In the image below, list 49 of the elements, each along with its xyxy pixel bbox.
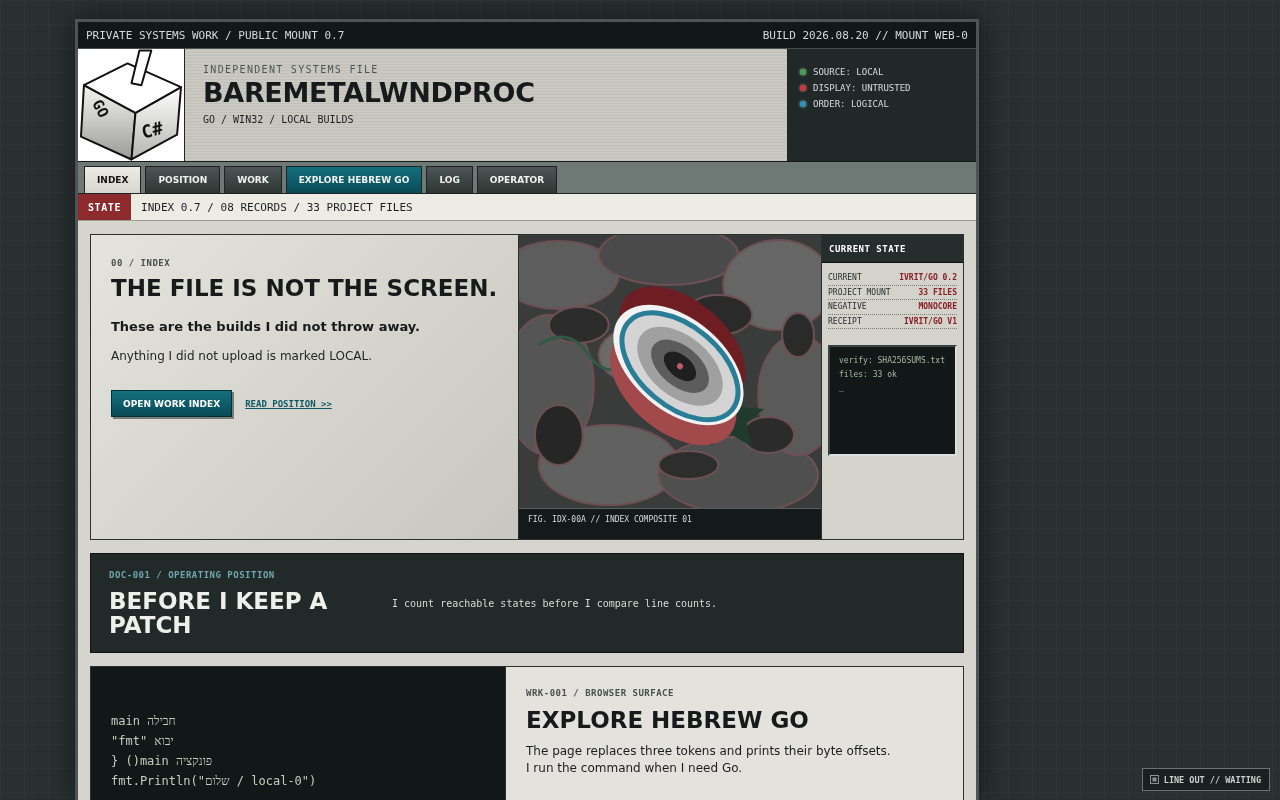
terminal-line: files: 33 ok (839, 368, 898, 381)
code-line: "fmt" יבוא (111, 733, 175, 750)
header-kicker: INDEPENDENT SYSTEMS FILE (203, 64, 380, 76)
terminal-line: verify: SHA256SUMS.txt (839, 355, 946, 367)
state-key: PROJECT MOUNT (828, 285, 891, 299)
header-subtitle: GO / WIN32 / LOCAL BUILDS (203, 114, 355, 126)
status-label: SOURCE: LOCAL (813, 67, 884, 77)
state-key: NEGATIVE (828, 300, 867, 314)
tab[interactable]: WORK (224, 166, 282, 193)
state-value: 33 FILES (918, 286, 957, 299)
state-value: MONOCORE (918, 301, 957, 313)
panel-title: CURRENT STATE (822, 235, 963, 263)
work-description: The page replaces three tokens and prints their byte offsets. I run the command when I need Go. (526, 743, 892, 777)
build-info: BUILD 2026.08.20 // MOUNT WEB-0 (762, 28, 968, 42)
body-text: Anything I did not upload is marked LOCAL. (111, 348, 373, 365)
state-key: CURRENT (828, 271, 862, 285)
tab[interactable]: POSITION (145, 166, 221, 193)
site-title: BAREMETALWNDPROC (203, 78, 536, 108)
status-label: DISPLAY: UNTRUSTED (813, 83, 911, 93)
tab[interactable]: INDEX (84, 166, 142, 193)
tab[interactable]: OPERATOR (476, 166, 558, 193)
status-label: ORDER: LOGICAL (813, 99, 889, 109)
terminal-line: _ (839, 382, 845, 394)
state-label: STATE (78, 194, 132, 220)
position-text: I count reachable states before I compare line counts. (392, 597, 719, 609)
figure-caption: FIG. IDX-00A // INDEX COMPOSITE 01 (519, 508, 821, 539)
tab[interactable]: LOG (426, 166, 473, 193)
open-work-button[interactable]: OPEN WORK INDEX (111, 390, 233, 417)
position-title: BEFORE I KEEP A PATCH (109, 589, 329, 637)
work-title: EXPLORE HEBREW GO (526, 706, 810, 735)
lead-text: These are the builds I did not throw away. (111, 318, 421, 336)
code-line: } ()main פונקציה (111, 753, 214, 770)
square-icon (1149, 775, 1159, 784)
logo-text: C# (139, 117, 166, 143)
section-kicker: 00 / INDEX (111, 257, 172, 269)
code-line: fmt.Println("שלום / local-0") (111, 773, 318, 790)
section-kicker: WRK-001 / BROWSER SURFACE (526, 687, 675, 699)
code-line: main חבילה (111, 713, 177, 730)
state-value: IVRIT/GO V1 (904, 315, 957, 328)
state-value: IVRIT/GO 0.2 (899, 272, 957, 284)
logo-text: GO (88, 96, 113, 121)
indicator-label: LINE OUT // WAITING (1163, 774, 1261, 785)
read-position-link[interactable]: READ POSITION >> (245, 398, 332, 409)
section-kicker: DOC-001 / OPERATING POSITION (109, 569, 276, 581)
state-key: RECEIPT (828, 314, 862, 328)
site-tagline: PRIVATE SYSTEMS WORK / PUBLIC MOUNT 0.7 (86, 28, 345, 42)
state-summary: INDEX 0.7 / 08 RECORDS / 33 PROJECT FILES (141, 199, 413, 216)
hero-title: THE FILE IS NOT THE SCREEN. (111, 274, 498, 302)
tab[interactable]: EXPLORE HEBREW GO (285, 166, 423, 193)
